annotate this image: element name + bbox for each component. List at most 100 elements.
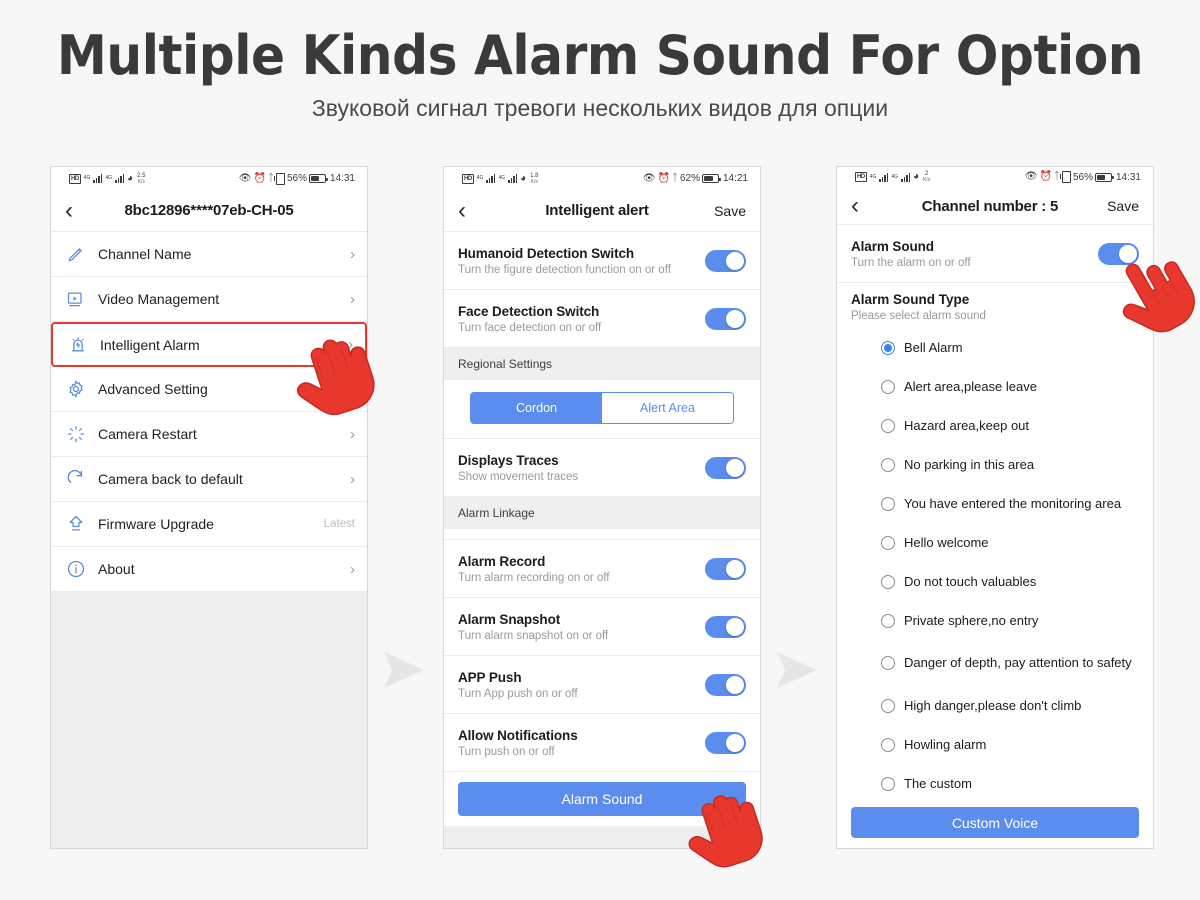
radio-button[interactable] — [881, 613, 895, 628]
radio-option-alert-area[interactable]: Alert area,please leave — [837, 367, 1153, 406]
phone-screen-intelligent-alert: HD 4G 4G ◕ 1.8 K/s 👁 ⏰ ᛏ 62% 14:21 ‹ Int… — [443, 166, 761, 849]
radio-option-private-sphere[interactable]: Private sphere,no entry — [837, 601, 1153, 640]
radio-button[interactable] — [881, 418, 895, 433]
menu-item-label: Advanced Setting — [98, 381, 208, 397]
setting-alarm-snapshot[interactable]: Alarm Snapshot Turn alarm snapshot on or… — [444, 598, 760, 656]
radio-label: Hazard area,keep out — [904, 417, 1030, 433]
hd-icon: HD — [69, 173, 81, 184]
menu-item-channel-name[interactable]: Channel Name › — [51, 232, 367, 277]
radio-button[interactable] — [881, 574, 895, 589]
toggle-knob — [726, 617, 744, 636]
radio-label: High danger,please don't climb — [904, 697, 1082, 713]
signal-bars-icon-2 — [901, 172, 911, 182]
data-rate-indicator: 2 K/s — [923, 171, 930, 183]
setting-face-detection[interactable]: Face Detection Switch Turn face detectio… — [444, 290, 760, 348]
radio-option-danger-of-depth[interactable]: Danger of depth, pay attention to safety — [837, 640, 1153, 686]
radio-label: Hello welcome — [904, 534, 989, 550]
setting-title: Face Detection Switch — [458, 303, 600, 319]
menu-item-about[interactable]: About › — [51, 547, 367, 592]
menu-item-camera-restart[interactable]: Camera Restart › — [51, 412, 367, 457]
data-rate-indicator: 1.8 K/s — [530, 173, 538, 185]
wifi-icon: ◕ — [127, 172, 134, 184]
toggle-switch[interactable] — [705, 249, 746, 272]
toggle-switch[interactable] — [705, 615, 746, 638]
radio-button[interactable] — [881, 698, 895, 713]
network-type-label-2: 4G — [891, 173, 899, 180]
radio-button[interactable] — [881, 656, 895, 671]
alarm-sound-button[interactable]: Alarm Sound — [458, 782, 746, 816]
data-rate-unit: K/s — [923, 177, 931, 184]
menu-item-label: Video Management — [98, 291, 220, 307]
toggle-switch[interactable] — [705, 307, 746, 330]
radio-button[interactable] — [881, 457, 895, 472]
menu-item-firmware-upgrade[interactable]: Firmware Upgrade Latest — [51, 502, 367, 547]
radio-button[interactable] — [881, 737, 895, 752]
radio-option-no-parking[interactable]: No parking in this area — [837, 445, 1153, 484]
radio-button-selected[interactable] — [881, 340, 895, 355]
nav-bar: ‹ 8bc12896****07eb-CH-05 — [51, 190, 367, 232]
setting-allow-notifications[interactable]: Allow Notifications Turn push on or off — [444, 714, 760, 772]
radio-option-high-danger[interactable]: High danger,please don't climb — [837, 686, 1153, 725]
setting-title: Humanoid Detection Switch — [458, 245, 635, 261]
radio-option-the-custom[interactable]: The custom — [837, 764, 1153, 803]
pencil-icon — [63, 241, 89, 267]
radio-option-monitoring-area[interactable]: You have entered the monitoring area — [837, 484, 1153, 523]
radio-label: Do not touch valuables — [904, 573, 1037, 589]
menu-item-advanced-setting[interactable]: Advanced Setting › — [51, 367, 367, 412]
vibrate-icon — [273, 172, 285, 185]
save-button[interactable]: Save — [712, 203, 746, 219]
setting-subtitle: Turn App push on or off — [458, 687, 578, 700]
radio-option-hello-welcome[interactable]: Hello welcome — [837, 523, 1153, 562]
alarm-sound-options-list: Bell Alarm Alert area,please leave Hazar… — [837, 324, 1153, 804]
setting-alarm-sound[interactable]: Alarm Sound Turn the alarm on or off — [837, 225, 1153, 284]
setting-title: Allow Notifications — [458, 727, 578, 743]
eye-icon: 👁 — [238, 172, 252, 184]
signal-bars-icon-2 — [115, 174, 125, 183]
chevron-left-icon[interactable]: ‹ — [65, 198, 89, 223]
segment-cordon[interactable]: Cordon — [471, 393, 602, 423]
menu-item-intelligent-alarm[interactable]: Intelligent Alarm › — [51, 322, 367, 367]
toggle-switch[interactable] — [705, 456, 746, 479]
eye-icon: 👁 — [642, 172, 656, 184]
toggle-switch[interactable] — [705, 557, 746, 580]
status-clock: 14:31 — [329, 173, 355, 184]
setting-app-push[interactable]: APP Push Turn App push on or off — [444, 656, 760, 714]
radio-option-howling-alarm[interactable]: Howling alarm — [837, 725, 1153, 764]
alarm-sound-type-header: Alarm Sound Type Please select alarm sou… — [837, 283, 1153, 325]
toggle-switch[interactable] — [705, 673, 746, 696]
radio-button[interactable] — [881, 379, 895, 394]
radio-button[interactable] — [881, 496, 895, 511]
setting-alarm-record[interactable]: Alarm Record Turn alarm recording on or … — [444, 540, 760, 598]
toggle-switch[interactable] — [1098, 242, 1139, 265]
empty-area — [444, 826, 760, 848]
radio-option-bell-alarm[interactable]: Bell Alarm — [837, 328, 1153, 367]
save-button[interactable]: Save — [1105, 198, 1139, 214]
chevron-left-icon[interactable]: ‹ — [851, 194, 875, 218]
alarm-clock-icon: ⏰ — [657, 172, 670, 184]
setting-subtitle: Turn face detection on or off — [458, 321, 602, 334]
radio-option-hazard-area[interactable]: Hazard area,keep out — [837, 406, 1153, 445]
section-title: Alarm Sound Type — [851, 292, 970, 308]
setting-displays-traces[interactable]: Displays Traces Show movement traces — [444, 439, 760, 497]
radio-option-do-not-touch[interactable]: Do not touch valuables — [837, 562, 1153, 601]
phone-screen-alarm-sound-type: HD 4G 4G ◕ 2 K/s 👁 ⏰ ᛏ 56% 14:31 ‹ Chann… — [836, 166, 1154, 849]
setting-humanoid-detection[interactable]: Humanoid Detection Switch Turn the figur… — [444, 232, 760, 290]
setting-title: Alarm Record — [458, 553, 546, 569]
segment-alert-area[interactable]: Alert Area — [602, 393, 733, 423]
data-rate-indicator: 2.5 K/s — [137, 173, 145, 185]
menu-item-camera-back-to-default[interactable]: Camera back to default › — [51, 457, 367, 502]
nav-title: Intelligent alert — [545, 202, 649, 219]
signal-bars-icon — [486, 174, 496, 183]
data-rate-unit: K/s — [530, 178, 538, 185]
setting-subtitle: Turn push on or off — [458, 745, 555, 758]
custom-voice-button[interactable]: Custom Voice — [851, 807, 1139, 838]
toggle-knob — [726, 458, 744, 477]
chevron-left-icon[interactable]: ‹ — [458, 198, 482, 223]
radio-button[interactable] — [881, 776, 895, 791]
chevron-right-icon: › — [350, 290, 355, 308]
menu-item-video-management[interactable]: Video Management › — [51, 277, 367, 322]
nav-title: Channel number : 5 — [921, 197, 1059, 215]
segmented-control: Cordon Alert Area — [470, 392, 734, 424]
radio-button[interactable] — [881, 535, 895, 550]
toggle-switch[interactable] — [705, 731, 746, 754]
